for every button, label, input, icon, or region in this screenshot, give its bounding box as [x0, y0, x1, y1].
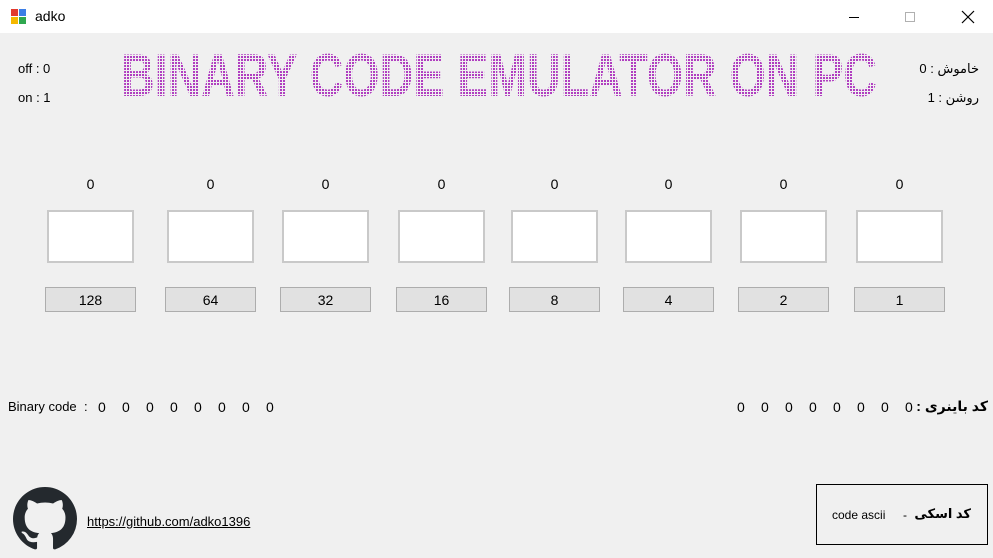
- bit-weight-button[interactable]: 64: [165, 287, 256, 312]
- legend-off-fa: خاموش : 0: [919, 61, 979, 76]
- bit-weight-button[interactable]: 128: [45, 287, 136, 312]
- bit-weight-button[interactable]: 8: [509, 287, 600, 312]
- maximize-icon: [905, 11, 915, 22]
- github-icon[interactable]: [13, 487, 77, 551]
- bit-toggle-box[interactable]: [282, 210, 369, 263]
- bit-state-label: 0: [779, 176, 788, 192]
- banner-title: BINARY CODE EMULATOR ON PC: [121, 50, 877, 102]
- binary-digit-fa: 0: [809, 399, 817, 415]
- bit-weight-button[interactable]: 2: [738, 287, 829, 312]
- binary-digit-fa: 0: [905, 399, 913, 415]
- bit-state-label: 0: [664, 176, 673, 192]
- bit-state-label: 0: [437, 176, 446, 192]
- binary-digit-fa: 0: [857, 399, 865, 415]
- bit-toggle-box[interactable]: [856, 210, 943, 263]
- bit-state-label: 0: [206, 176, 215, 192]
- bit-state-label: 0: [86, 176, 95, 192]
- binary-digit: 0: [242, 399, 250, 415]
- title-bar: adko: [0, 0, 993, 33]
- binary-digit: 0: [146, 399, 154, 415]
- legend-off: off : 0: [18, 61, 51, 76]
- ascii-dash: -: [903, 508, 907, 522]
- binary-digit: 0: [98, 399, 106, 415]
- binary-code-label: Binary code: [8, 399, 77, 414]
- binary-digit-fa: 0: [833, 399, 841, 415]
- minimize-button[interactable]: [831, 0, 877, 33]
- bit-toggle-box[interactable]: [625, 210, 712, 263]
- close-icon: [961, 10, 975, 23]
- app-icon: [11, 9, 26, 24]
- bit-toggle-box[interactable]: [740, 210, 827, 263]
- binary-digit-fa: 0: [761, 399, 769, 415]
- bit-state-label: 0: [550, 176, 559, 192]
- github-link[interactable]: https://github.com/adko1396: [87, 514, 250, 529]
- maximize-button[interactable]: [887, 0, 933, 33]
- ascii-label-fa: کد اسکی: [914, 506, 971, 521]
- legend-on: on : 1: [18, 90, 51, 105]
- binary-digit: 0: [218, 399, 226, 415]
- window-title: adko: [35, 8, 66, 24]
- bit-weight-button[interactable]: 4: [623, 287, 714, 312]
- ascii-code-box[interactable]: code ascii - کد اسکی: [816, 484, 988, 545]
- binary-digit-fa: 0: [737, 399, 745, 415]
- minimize-icon: [849, 16, 859, 18]
- binary-digit-fa: 0: [785, 399, 793, 415]
- bit-toggle-box[interactable]: [398, 210, 485, 263]
- binary-digit-fa: 0: [881, 399, 889, 415]
- ascii-label-en: code ascii: [832, 508, 886, 522]
- binary-code-separator: :: [84, 399, 88, 414]
- binary-code-label-fa: کد باینری :: [916, 398, 988, 414]
- binary-digit: 0: [122, 399, 130, 415]
- close-button[interactable]: [945, 0, 991, 33]
- bit-weight-button[interactable]: 32: [280, 287, 371, 312]
- bit-toggle-box[interactable]: [167, 210, 254, 263]
- bit-toggle-box[interactable]: [511, 210, 598, 263]
- bit-weight-button[interactable]: 16: [396, 287, 487, 312]
- banner-text: BINARY CODE EMULATOR ON PC: [121, 50, 877, 102]
- binary-digit: 0: [170, 399, 178, 415]
- bit-state-label: 0: [321, 176, 330, 192]
- bit-toggle-box[interactable]: [47, 210, 134, 263]
- bit-state-label: 0: [895, 176, 904, 192]
- binary-digit: 0: [194, 399, 202, 415]
- binary-digit: 0: [266, 399, 274, 415]
- legend-on-fa: روشن : 1: [927, 90, 979, 105]
- bit-weight-button[interactable]: 1: [854, 287, 945, 312]
